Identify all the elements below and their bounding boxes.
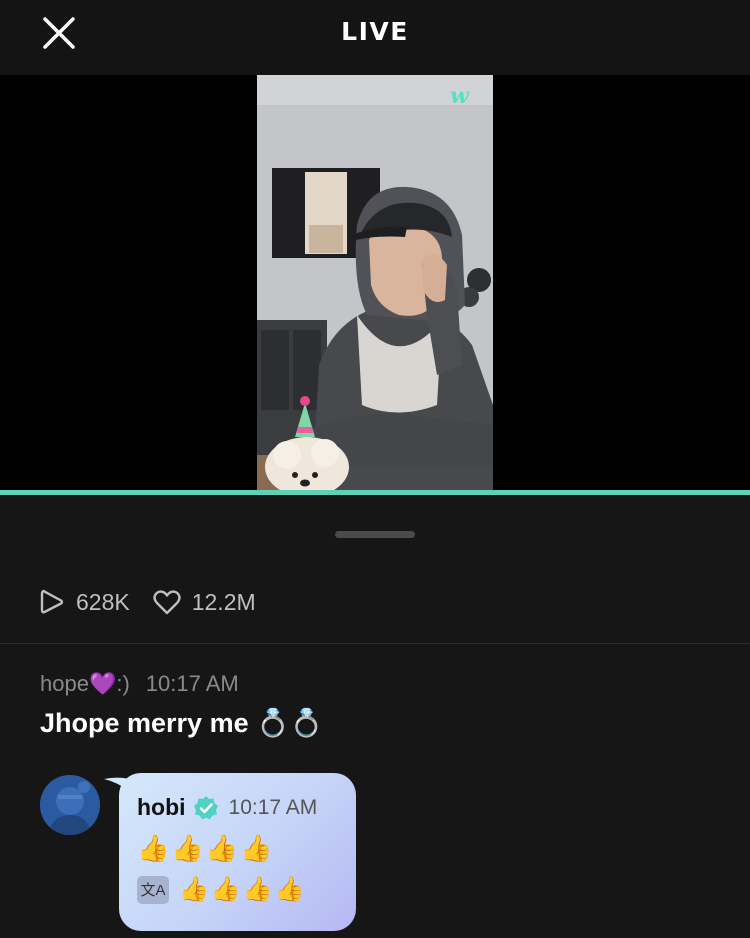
live-screen: LIVE w 628K 12.2M hope💜:) 10:17 AM Jhope…	[0, 0, 750, 938]
translated-text: 👍👍👍👍	[179, 876, 307, 903]
top-bar: LIVE	[0, 0, 750, 75]
play-count-value: 628K	[76, 588, 130, 615]
comment-meta: hope💜:) 10:17 AM	[40, 671, 323, 697]
heart-icon	[153, 590, 181, 615]
live-stats: 628K 12.2M	[38, 585, 256, 619]
comment-timestamp: 10:17 AM	[145, 671, 239, 696]
translate-icon[interactable]: 文A	[137, 875, 169, 904]
like-count-value: 12.2M	[191, 588, 256, 615]
comments-sheet: 628K 12.2M hope💜:) 10:17 AM Jhope merry …	[0, 495, 750, 938]
sheet-drag-handle[interactable]	[335, 531, 415, 538]
divider	[0, 643, 750, 644]
verified-badge-icon	[193, 795, 218, 819]
artist-comment-text: 👍👍👍👍	[137, 833, 275, 863]
video-player[interactable]: w	[0, 75, 750, 490]
live-video-image: w	[257, 75, 493, 490]
live-video-frame[interactable]: w	[257, 75, 493, 490]
artist-comment-timestamp: 10:17 AM	[228, 795, 318, 819]
comment-text: Jhope merry me 💍💍	[40, 708, 324, 738]
avatar[interactable]	[40, 775, 100, 835]
translation-row: 文A 👍👍👍👍	[137, 875, 307, 904]
artist-comment-bubble[interactable]: hobi 10:17 AM 👍👍👍👍 文A 👍👍👍👍	[119, 773, 356, 931]
artist-name: hobi	[137, 794, 186, 820]
fan-comment[interactable]: hope💜:) 10:17 AM Jhope merry me 💍💍	[40, 671, 323, 739]
avatar-image	[40, 775, 100, 835]
comment-username: hope💜:)	[40, 671, 130, 696]
play-count: 628K	[38, 587, 130, 617]
page-title: LIVE	[341, 17, 409, 46]
like-count: 12.2M	[152, 588, 256, 616]
artist-comment-header: hobi 10:17 AM	[137, 794, 317, 821]
w-logo-icon: w	[450, 83, 470, 109]
play-icon	[40, 589, 64, 614]
